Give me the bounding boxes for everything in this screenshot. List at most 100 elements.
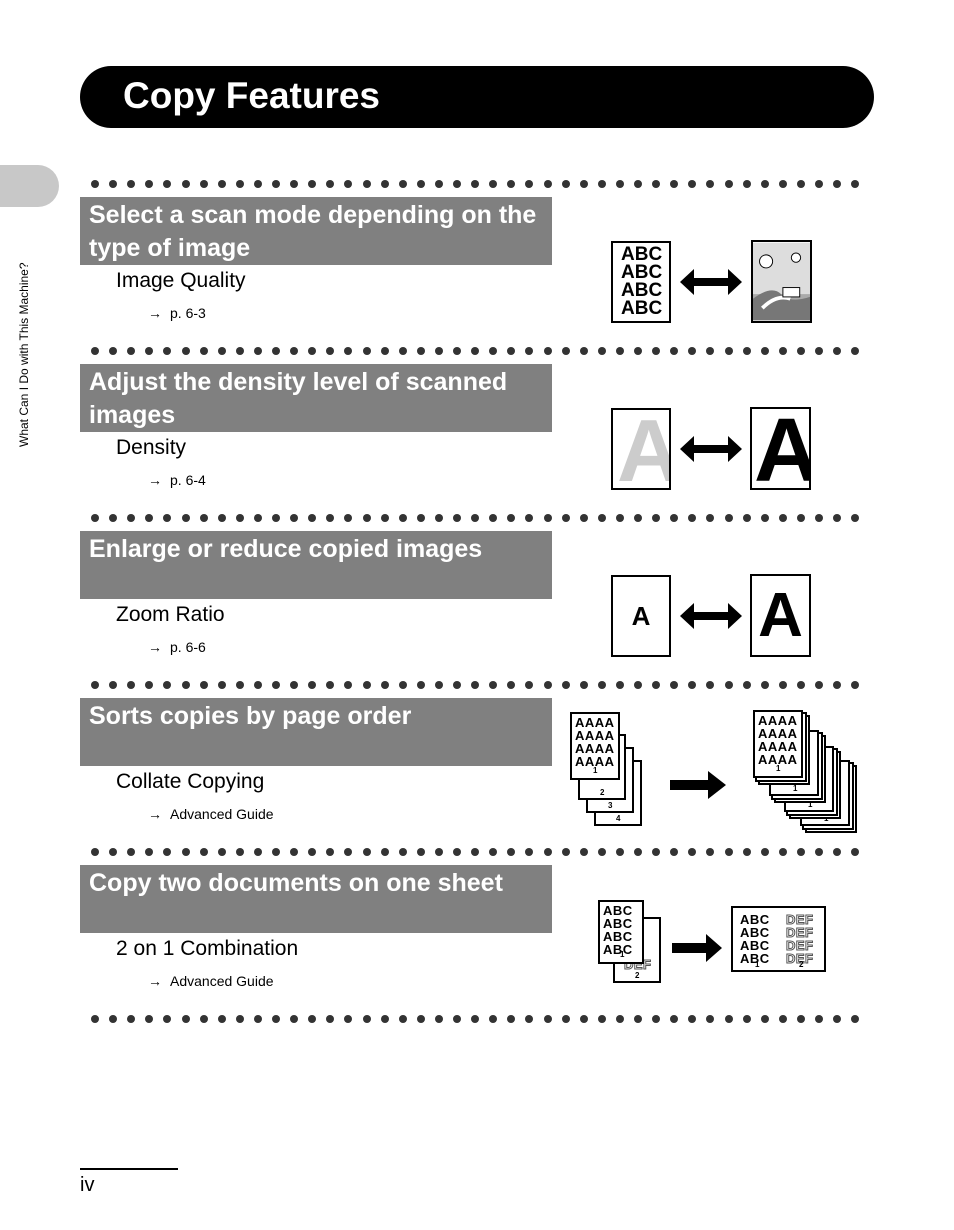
divider-dot <box>688 514 697 522</box>
divider-dot <box>308 681 317 689</box>
divider-dot <box>778 681 787 689</box>
divider-dot <box>235 180 244 188</box>
enlarged-original-icon: A <box>750 574 811 657</box>
divider-dot <box>507 180 516 188</box>
divider-dot <box>434 848 443 856</box>
divider-dot <box>217 1015 226 1023</box>
double-arrow-icon <box>680 603 742 629</box>
divider-dot <box>326 514 335 522</box>
divider-dot <box>507 848 516 856</box>
divider-dot <box>597 1015 606 1023</box>
divider-dot <box>163 347 172 355</box>
divider-dot <box>453 1015 461 1023</box>
divider-dot <box>796 681 805 689</box>
divider-dot <box>253 1015 262 1023</box>
divider-dot <box>652 681 661 689</box>
divider-dot <box>742 514 751 522</box>
dotted-divider <box>91 681 871 691</box>
divider-dot <box>833 681 842 689</box>
section-heading: Copy two documents on one sheet <box>89 869 503 897</box>
divider-dot <box>344 180 353 188</box>
feature-name: Zoom Ratio <box>116 603 225 626</box>
divider-dot <box>543 514 552 522</box>
divider-dot <box>199 180 208 188</box>
divider-dot <box>778 514 787 522</box>
divider-dot <box>724 1015 733 1023</box>
divider-dot <box>416 848 425 856</box>
divider-dot <box>471 347 480 355</box>
divider-dot <box>272 681 280 689</box>
divider-dot <box>833 848 842 856</box>
section-collate: Sorts copies by page order Collate Copyi… <box>0 681 954 853</box>
divider-dot <box>416 1015 425 1023</box>
divider-dot <box>688 681 697 689</box>
divider-dot <box>308 514 317 522</box>
divider-dot <box>145 848 154 856</box>
divider-dot <box>796 848 805 856</box>
divider-dot <box>326 848 335 856</box>
photo-original-icon <box>751 240 812 323</box>
divider-dot <box>833 514 842 522</box>
divider-dot <box>362 514 371 522</box>
divider-dot <box>398 848 407 856</box>
divider-dot <box>398 180 407 188</box>
divider-dot <box>380 514 389 522</box>
divider-dot <box>380 180 389 188</box>
divider-dot <box>199 347 208 355</box>
divider-dot <box>724 514 733 522</box>
divider-dot <box>652 180 661 188</box>
divider-dot <box>217 180 226 188</box>
divider-dot <box>145 514 154 522</box>
divider-dot <box>833 347 842 355</box>
page-title: Copy Features <box>123 75 381 116</box>
divider-dot <box>290 514 299 522</box>
divider-dot <box>145 681 154 689</box>
divider-dot <box>326 347 335 355</box>
arrow-right-icon <box>672 934 722 962</box>
divider-dot <box>326 681 335 689</box>
divider-dot <box>634 1015 642 1023</box>
divider-dot <box>796 514 805 522</box>
divider-dot <box>851 848 860 856</box>
divider-dot <box>235 848 244 856</box>
divider-dot <box>742 1015 751 1023</box>
divider-dot <box>217 681 226 689</box>
divider-dot <box>290 180 299 188</box>
divider-dot <box>471 681 480 689</box>
divider-dot <box>525 514 534 522</box>
divider-dot <box>181 1015 190 1023</box>
divider-dot <box>91 681 99 689</box>
section-density: Adjust the density level of scanned imag… <box>0 347 954 519</box>
divider-dot <box>398 514 407 522</box>
divider-dot <box>561 180 570 188</box>
divider-dot <box>199 1015 208 1023</box>
divider-dot <box>778 180 787 188</box>
divider-dot <box>109 180 118 188</box>
divider-dot <box>344 681 353 689</box>
divider-dot <box>525 180 534 188</box>
divider-dot <box>742 681 751 689</box>
divider-dot <box>127 848 136 856</box>
double-arrow-icon <box>680 436 742 462</box>
divider-dot <box>706 180 715 188</box>
divider-dot <box>290 347 299 355</box>
divider-dot <box>597 180 606 188</box>
page-reference: → p. 6-3 <box>148 305 206 321</box>
section-heading: Sorts copies by page order <box>89 702 412 730</box>
divider-dot <box>543 347 552 355</box>
divider-dot <box>217 514 226 522</box>
divider-dot <box>489 180 498 188</box>
divider-dot <box>453 681 461 689</box>
divider-dot <box>471 180 480 188</box>
section-zoom-ratio: Enlarge or reduce copied images Zoom Rat… <box>0 514 954 686</box>
divider-dot <box>796 1015 805 1023</box>
divider-dot <box>561 681 570 689</box>
divider-dot <box>706 347 715 355</box>
divider-dot <box>217 848 226 856</box>
divider-dot <box>109 848 118 856</box>
dotted-divider <box>91 347 871 357</box>
divider-dot <box>597 347 606 355</box>
divider-dot <box>543 681 552 689</box>
divider-dot <box>670 180 679 188</box>
divider-dot <box>145 347 154 355</box>
